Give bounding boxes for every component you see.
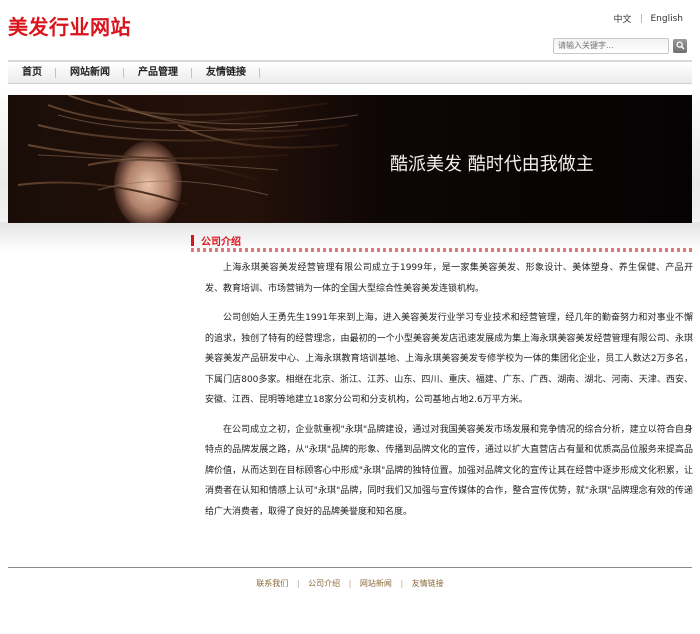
section-header: 公司介绍 (191, 232, 692, 248)
footer-separator: | (296, 579, 300, 588)
section-title: 公司介绍 (201, 236, 241, 248)
footer-link-friends[interactable]: 友情链接 (412, 579, 444, 588)
footer-links: 联系我们 | 公司介绍 | 网站新闻 | 友情链接 (0, 578, 700, 589)
paragraph-2: 公司创始人王勇先生1991年来到上海，进入美容美发行业学习专业技术和经营管理，经… (205, 313, 693, 405)
paragraph-3: 在公司成立之初，企业就重视"永琪"品牌建设，通过对我国美容美发市场发展和竞争情况… (205, 424, 693, 517)
footer-link-news[interactable]: 网站新闻 (360, 579, 392, 588)
nav-item-products[interactable]: 产品管理 (124, 61, 192, 85)
search-button[interactable] (673, 38, 687, 53)
lang-chinese-link[interactable]: 中文 (613, 12, 631, 25)
main-nav: 首页 网站新闻 产品管理 友情链接 (8, 60, 692, 84)
nav-item-home[interactable]: 首页 (8, 61, 56, 85)
footer-separator: | (400, 579, 404, 588)
footer-divider (8, 567, 692, 568)
lang-english-link[interactable]: English (651, 14, 684, 24)
article-content: 上海永琪美容美发经营管理有限公司成立于1999年，是一家集美容美发、形象设计、美… (205, 258, 693, 531)
search-input[interactable] (553, 37, 669, 54)
hero-banner: 酷派美发 酷时代由我做主 (8, 95, 692, 223)
search-box (553, 37, 687, 54)
banner-image: 酷派美发 酷时代由我做主 (8, 95, 692, 223)
paragraph-1: 上海永琪美容美发经营管理有限公司成立于1999年，是一家集美容美发、形象设计、美… (205, 263, 693, 294)
banner-slogan: 酷派美发 酷时代由我做主 (390, 154, 594, 175)
search-icon (675, 41, 685, 50)
nav-item-news[interactable]: 网站新闻 (56, 61, 124, 85)
language-switcher: 中文 English (613, 12, 684, 26)
footer-separator: | (348, 579, 352, 588)
lang-divider (640, 14, 642, 23)
title-divider (191, 248, 692, 252)
title-marker (191, 234, 194, 246)
header: 美发行业网站 中文 English (0, 0, 700, 60)
footer-link-about[interactable]: 公司介绍 (308, 579, 340, 588)
site-logo[interactable]: 美发行业网站 (8, 11, 131, 40)
footer-link-contact[interactable]: 联系我们 (256, 579, 288, 588)
nav-item-links[interactable]: 友情链接 (192, 61, 260, 85)
